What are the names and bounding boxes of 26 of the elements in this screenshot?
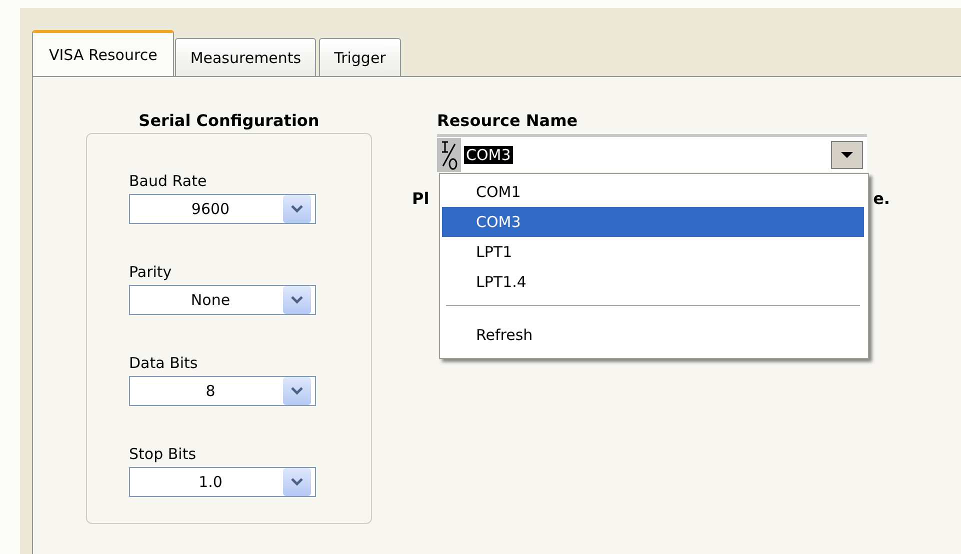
chevron-down-icon[interactable] — [283, 377, 311, 405]
combo-value: COM3 — [464, 146, 513, 164]
menu-item[interactable]: LPT1 — [442, 237, 864, 267]
tab[interactable]: Trigger — [319, 38, 401, 76]
menu-item[interactable]: Refresh — [442, 320, 864, 350]
dropdown-field[interactable]: None — [129, 285, 316, 315]
chevron-down-icon[interactable] — [283, 468, 311, 496]
menu-item[interactable]: COM1 — [442, 177, 864, 207]
field-label: Parity — [129, 263, 173, 281]
tab[interactable]: Measurements — [175, 38, 316, 76]
field-label: Data Bits — [129, 354, 199, 372]
resource-combo-box[interactable]: COM3 — [437, 134, 867, 172]
field-label: Baud Rate — [129, 172, 208, 190]
hint-text: Pl — [412, 189, 430, 208]
menu-item[interactable]: COM3 — [442, 207, 864, 237]
field-label: Resource Name — [437, 111, 579, 130]
tab[interactable]: VISA Resource — [32, 30, 174, 76]
group-title: Serial Configuration — [138, 111, 320, 130]
menu-item[interactable]: LPT1.4 — [442, 267, 864, 297]
hint-text: e. — [873, 189, 890, 208]
chevron-down-icon[interactable] — [283, 286, 311, 314]
dropdown-field[interactable]: 9600 — [129, 194, 316, 224]
dropdown-field[interactable]: 1.0 — [129, 467, 316, 497]
dropdown-field[interactable]: 8 — [129, 376, 316, 406]
chevron-down-icon[interactable] — [283, 195, 311, 223]
field-label: Stop Bits — [129, 445, 198, 463]
